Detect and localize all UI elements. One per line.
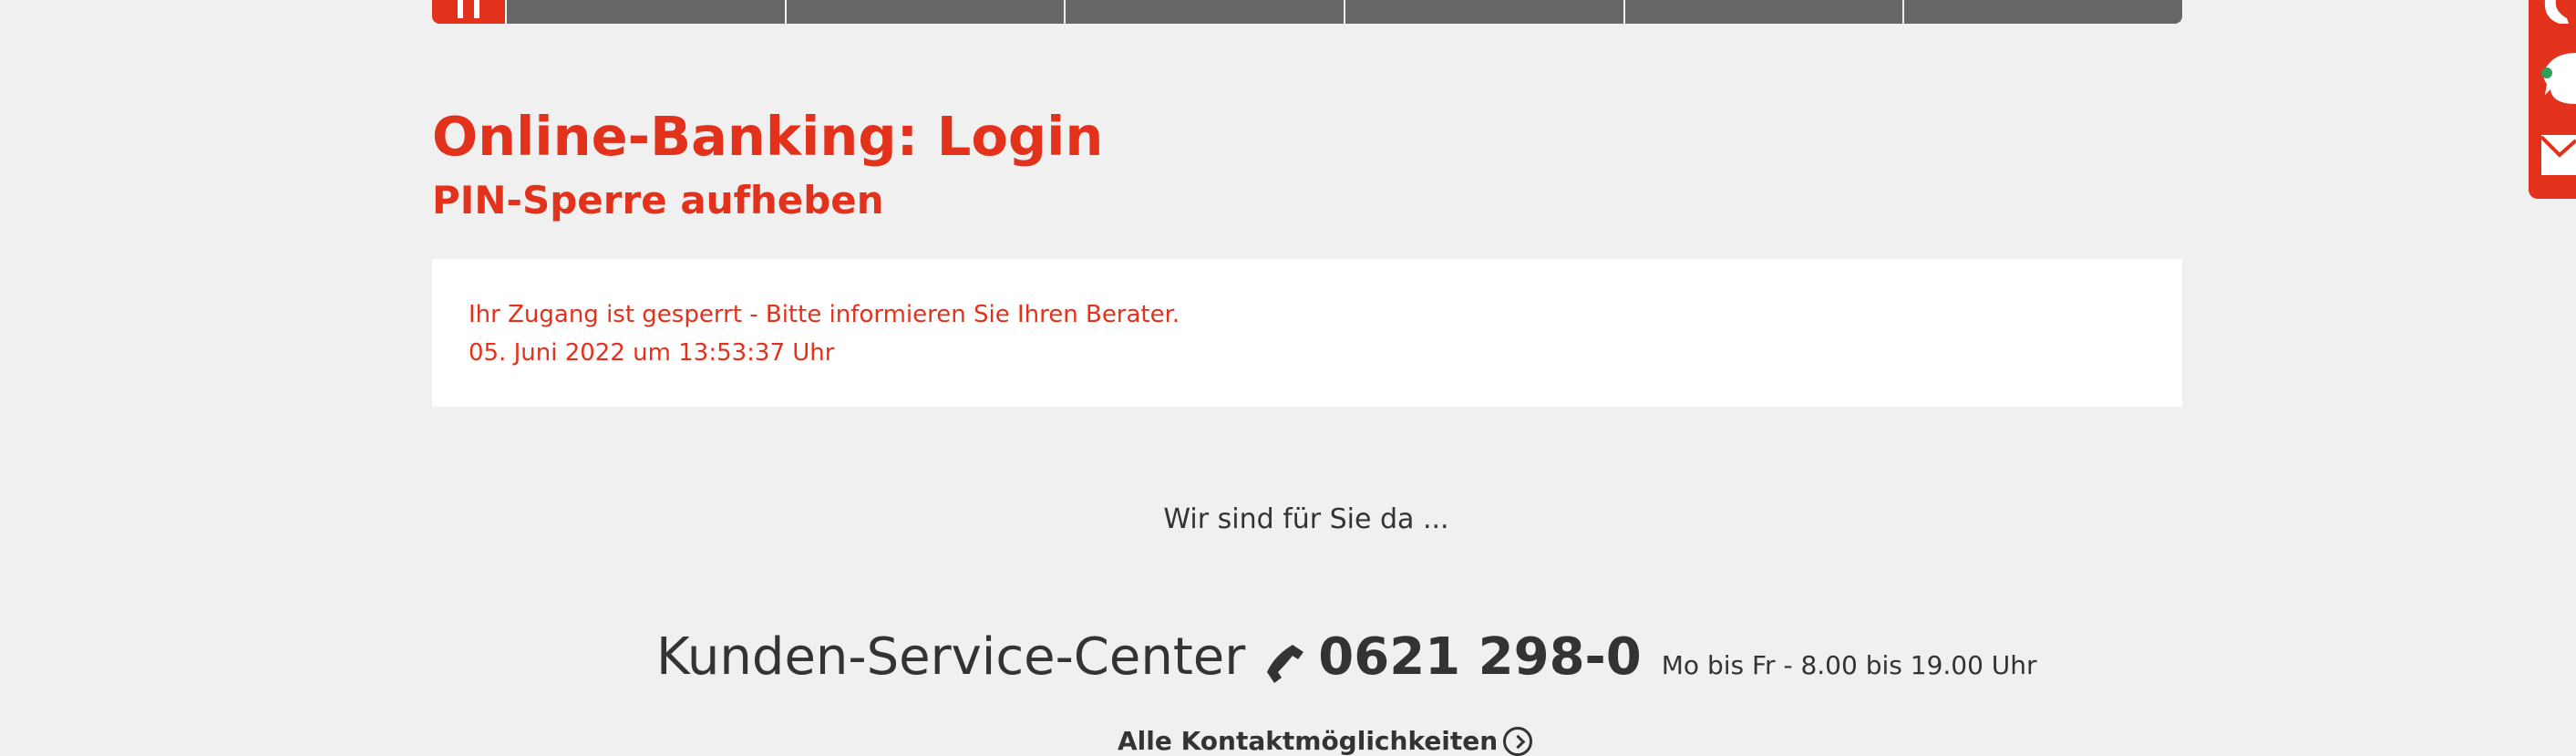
service-center: Kunden-Service-Center 0621 298-0 Mo bis … — [656, 627, 2037, 700]
home-button[interactable] — [432, 0, 505, 24]
page-title: Online-Banking: Login — [432, 105, 1104, 168]
nav-item-5[interactable] — [1623, 0, 1903, 24]
nav-item-4[interactable] — [1344, 0, 1623, 24]
service-intro-text: Wir sind für Sie da ... — [1163, 503, 1449, 535]
main-navigation — [432, 0, 2182, 24]
contact-sidebar — [2529, 0, 2576, 199]
service-hours: Mo bis Fr - 8.00 bis 19.00 Uhr — [1661, 650, 2037, 680]
phone-icon — [1267, 645, 1304, 683]
nav-item-3[interactable] — [1064, 0, 1345, 24]
alert-box: Ihr Zugang ist gesperrt - Bitte informie… — [432, 259, 2182, 407]
nav-item-1[interactable] — [505, 0, 785, 24]
page-subtitle: PIN-Sperre aufheben — [432, 178, 884, 223]
alert-timestamp: 05. Juni 2022 um 13:53:37 Uhr — [469, 339, 835, 367]
service-intro-wrapper: Wir sind für Sie da ... — [0, 500, 2576, 540]
chat-icon[interactable] — [2541, 53, 2576, 104]
phone-icon[interactable] — [2541, 0, 2569, 24]
alert-message: Ihr Zugang ist gesperrt - Bitte informie… — [469, 301, 1180, 328]
service-phone-number[interactable]: 0621 298-0 — [1318, 627, 1641, 687]
all-contacts-label: Alle Kontaktmöglichkeiten — [1118, 726, 1499, 756]
nav-item-6[interactable] — [1902, 0, 2182, 24]
home-icon — [458, 0, 479, 18]
all-contacts-link[interactable]: Alle Kontaktmöglichkeiten — [1118, 726, 1533, 756]
nav-item-2[interactable] — [784, 0, 1065, 24]
service-center-name: Kunden-Service-Center — [656, 627, 1246, 687]
mail-icon[interactable] — [2541, 135, 2576, 175]
